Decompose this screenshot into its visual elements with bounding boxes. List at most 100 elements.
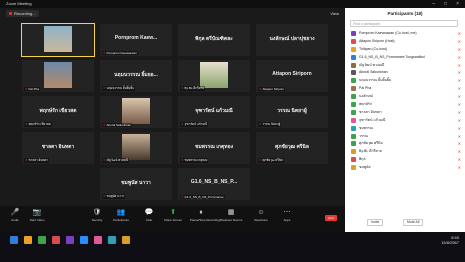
video-tile[interactable]: วรรณ นิตยาผู้ ✕วรรณ นิตยาผู้ bbox=[256, 96, 328, 128]
window-title: Zoom Meeting bbox=[6, 1, 32, 6]
participant-row[interactable]: พฤกษ์รัก ✕ bbox=[345, 101, 465, 109]
video-tile[interactable]: Pornprom Kaew... ✕Pornprom Kaewsawan bbox=[100, 24, 172, 56]
invite-button[interactable]: Invite bbox=[367, 219, 384, 226]
muted-mic-icon: ✕ bbox=[457, 94, 461, 100]
participant-name-text: Aboral Sakunkhan bbox=[106, 123, 132, 127]
maximize-icon[interactable]: □ bbox=[444, 0, 447, 8]
avatar bbox=[351, 86, 356, 92]
taskbar-app-icon[interactable] bbox=[66, 236, 74, 244]
video-tile[interactable]: ชาลตา อินทตา ✕ชาลตา อินทตา bbox=[22, 132, 94, 164]
video-tile[interactable] bbox=[21, 23, 95, 57]
participant-name-large: พฤกษ์รัก เขียวสด bbox=[39, 108, 77, 114]
toolbar-icon: ☺ bbox=[257, 209, 265, 216]
windows-taskbar: 8:55 15/8/2567 bbox=[0, 232, 465, 262]
toolbar-icon: ⋯ bbox=[283, 209, 291, 216]
participant-name: พิกุล bbox=[359, 157, 366, 162]
taskbar-app-icon[interactable] bbox=[52, 236, 60, 244]
participant-video bbox=[122, 134, 150, 160]
participant-row[interactable]: Pai Pha ✕ bbox=[345, 85, 465, 93]
participant-row[interactable]: นงลักษณ์ ✕ bbox=[345, 93, 465, 101]
participant-row[interactable]: นฤมนวรรณ ยิ้มยิ้มยิ้ม ✕ bbox=[345, 77, 465, 85]
video-tile[interactable]: นงลักษณ์ ปลาปุชยาง bbox=[256, 24, 328, 56]
taskbar-app-icon[interactable] bbox=[38, 236, 46, 244]
muted-mic-icon: ✕ bbox=[103, 158, 106, 162]
video-tile[interactable]: พฤกษ์รัก เขียวสด ✕พฤกษ์รัก เขียวสด bbox=[22, 96, 94, 128]
video-tile[interactable]: G1.6_NS_B_NS_P... ✕G1.6_NS_B_NS_Pornmanee bbox=[178, 168, 250, 200]
participant-row[interactable]: Attapon Siriporn (Host) ✕ bbox=[345, 38, 465, 46]
avatar bbox=[351, 133, 356, 139]
minimize-icon[interactable]: – bbox=[432, 0, 435, 8]
toolbar-audiobutton[interactable]: 🎤 Audio bbox=[4, 208, 26, 223]
participant-row[interactable]: Pornprom Kaewsawan (Co-host, me) ✕ bbox=[345, 30, 465, 38]
avatar bbox=[351, 46, 356, 52]
participant-name-label: ✕By:BL ดีกรีตาม bbox=[180, 86, 206, 91]
video-tile[interactable]: นฤมนวรรณ ยิ้มยอ... ✕นฤมนวรรณ ยิ้มยิ้มยิ้ม bbox=[100, 60, 172, 92]
toolbar-icon: 🎤 bbox=[10, 209, 20, 216]
view-button[interactable]: View bbox=[330, 10, 339, 17]
toolbar-label: Security bbox=[91, 218, 103, 222]
close-icon[interactable]: × bbox=[456, 0, 459, 8]
participant-name-text: นฤมนวรรณ ยิ้มยิ้มยิ้ม bbox=[106, 86, 135, 90]
toolbar-reactionsbutton[interactable]: ☺ Reactions bbox=[250, 208, 272, 223]
video-tile[interactable]: ✕ณัฐวัฒน์ พวงมณี bbox=[100, 132, 172, 164]
muted-mic-icon: ✕ bbox=[457, 149, 461, 155]
video-tile[interactable]: พิกุล ตรีบัณฑิตละ bbox=[178, 24, 250, 56]
end-meeting-button[interactable]: End bbox=[325, 215, 337, 221]
participant-row[interactable]: จุฑารัตน์ แก้วมณี ✕ bbox=[345, 117, 465, 125]
taskbar-app-icon[interactable] bbox=[80, 236, 88, 244]
toolbar-breakout-roomsbutton[interactable]: ▦ Breakout Rooms bbox=[220, 208, 242, 223]
participant-name: Thitipan (Co-host) bbox=[359, 46, 388, 51]
toolbar-securitybutton[interactable]: 🛡 Security bbox=[86, 208, 108, 223]
participant-row[interactable]: ศุภชัยวุฒ ศรีนิล ✕ bbox=[345, 140, 465, 148]
mute-all-button[interactable]: Mute All bbox=[403, 219, 424, 226]
participant-row[interactable]: พิกุล ✕ bbox=[345, 156, 465, 164]
video-tile[interactable]: ชมพูนัส นาวา ✕ชมพูนัส นาวา bbox=[100, 168, 172, 200]
toolbar-appsbutton[interactable]: ⋯ Apps bbox=[276, 208, 298, 223]
participant-name-text: ชาลตา อินทตา bbox=[28, 158, 49, 162]
toolbar-label: Pause/Stop Recording bbox=[190, 218, 221, 222]
taskbar-app-icon[interactable] bbox=[10, 236, 18, 244]
participant-row[interactable]: Aboral Sakunkhan ✕ bbox=[345, 69, 465, 77]
avatar bbox=[351, 149, 356, 155]
participant-row[interactable]: ชมพูนัส ✕ bbox=[345, 164, 465, 172]
participant-search-input[interactable]: Find a participant bbox=[350, 20, 458, 27]
muted-mic-icon: ✕ bbox=[457, 141, 461, 147]
muted-mic-icon: ✕ bbox=[103, 86, 106, 90]
muted-mic-icon: ✕ bbox=[181, 122, 184, 126]
taskbar-app-icon[interactable] bbox=[94, 236, 102, 244]
video-tile[interactable]: ✕By:BL ดีกรีตาม bbox=[178, 60, 250, 92]
participant-name-large: นงลักษณ์ ปลาปุชยาง bbox=[269, 36, 315, 42]
participant-row[interactable]: G1.6_NS_B_NS_Pornmanee Tongsanitkul ✕ bbox=[345, 54, 465, 62]
participant-name-label: ✕Pai Pha bbox=[24, 87, 41, 91]
video-tile[interactable]: ✕Aboral Sakunkhan bbox=[100, 96, 172, 128]
participant-name: G1.6_NS_B_NS_Pornmanee Tongsanitkul bbox=[359, 54, 425, 59]
taskbar-app-icon[interactable] bbox=[24, 236, 32, 244]
toolbar-chatbutton[interactable]: 💬 Chat bbox=[138, 208, 160, 223]
muted-mic-icon: ✕ bbox=[181, 195, 184, 199]
toolbar-pause-stop-recordingbutton[interactable]: ⏸ Pause/Stop Recording bbox=[190, 208, 221, 223]
muted-mic-icon: ✕ bbox=[103, 51, 106, 55]
participant-row[interactable]: Thitipan (Co-host) ✕ bbox=[345, 46, 465, 54]
participant-name-large: ศุภชัยวุฒ ศรีนิล bbox=[275, 144, 309, 150]
taskbar-app-icon[interactable] bbox=[108, 236, 116, 244]
toolbar-participantsbutton[interactable]: 👥 Participants bbox=[110, 208, 132, 223]
toolbar-icon: 👥 bbox=[116, 209, 126, 216]
participant-name: Pornprom Kaewsawan (Co-host, me) bbox=[359, 31, 417, 35]
video-tile[interactable]: จุฑารัตน์ แก้วมณี ✕จุฑารัตน์ แก้วมณี bbox=[178, 96, 250, 128]
taskbar-app-icon[interactable] bbox=[122, 236, 130, 244]
toolbar-share-screenbutton[interactable]: ⬆ Share Screen bbox=[162, 208, 184, 223]
video-tile[interactable]: ชมพรรณ เกตุทอง ✕ชมพรรณ เกตุทอง bbox=[178, 132, 250, 164]
video-tile[interactable]: ✕Pai Pha bbox=[22, 60, 94, 92]
toolbar-start-videobutton[interactable]: 📷 Start Video bbox=[26, 208, 48, 223]
participant-row[interactable]: ณัฐวัฒน์ พวงมณี ✕ bbox=[345, 62, 465, 70]
participant-row[interactable]: วรรณ ✕ bbox=[345, 133, 465, 141]
muted-mic-icon: ✕ bbox=[181, 86, 184, 90]
video-tile[interactable]: ศุภชัยวุฒ ศรีนิล ✕ศุภชัยวุฒ ศรีนิล bbox=[256, 132, 328, 164]
muted-mic-icon: ✕ bbox=[457, 70, 461, 76]
recording-indicator[interactable]: Recording... bbox=[6, 10, 39, 17]
participant-row[interactable]: ชมพรรณ ✕ bbox=[345, 125, 465, 133]
video-tile[interactable]: Attapon Siriporn ✕Attapon Siriporn bbox=[256, 60, 328, 92]
participant-row[interactable]: By:BL ดีกรีตาม ✕ bbox=[345, 148, 465, 156]
participant-name-text: Attapon Siriporn bbox=[262, 87, 285, 91]
participant-row[interactable]: ชาลตา อินทตา ✕ bbox=[345, 109, 465, 117]
